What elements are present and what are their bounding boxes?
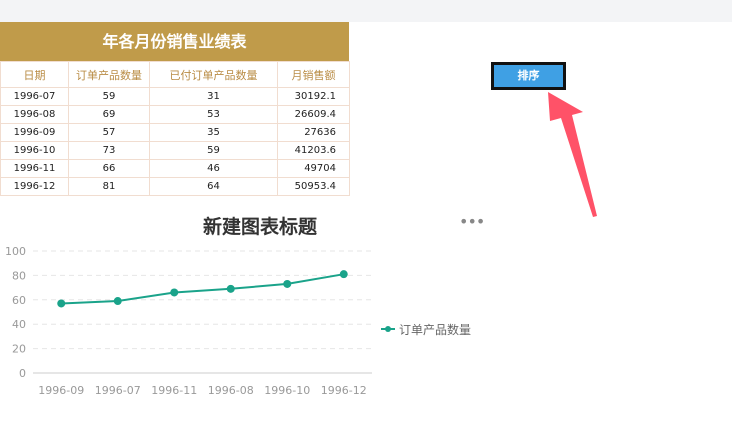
cell-date: 1996-12	[0, 177, 69, 196]
line-chart: 0 20 40 60 80 100 1996-09 1996-07 1996-11 1996-08…	[5, 245, 372, 397]
cell-date: 1996-07	[0, 87, 69, 106]
series-line	[61, 273, 344, 305]
y-tick-label: 0	[19, 367, 26, 380]
sort-button[interactable]: 排序	[491, 62, 566, 90]
table-row: 1996-09 57 35 27636	[0, 123, 350, 142]
cell-monthly-sales: 30192.1	[277, 87, 350, 106]
table-row: 1996-07 59 31 30192.1	[0, 87, 350, 106]
chart-title: 新建图表标题	[202, 216, 317, 238]
x-tick-label: 1996-12	[321, 384, 367, 397]
data-point	[57, 299, 66, 308]
cell-order-qty: 81	[68, 177, 150, 196]
x-tick-label: 1996-10	[264, 384, 310, 397]
red-arrow-icon	[548, 92, 597, 217]
cell-order-qty: 69	[68, 105, 150, 124]
y-tick-label: 100	[5, 245, 26, 258]
report-title: 年各月份销售业绩表	[0, 22, 349, 61]
more-horizontal-icon[interactable]: •••	[459, 214, 485, 230]
cell-paid-qty: 64	[149, 177, 278, 196]
data-point	[113, 297, 122, 306]
y-tick-label: 80	[12, 269, 26, 282]
cell-order-qty: 57	[68, 123, 150, 142]
page: 年各月份销售业绩表 日期 订单产品数量 已付订单产品数量 月销售额 1996-0…	[0, 0, 732, 442]
data-point	[339, 270, 348, 279]
legend-series-marker-icon	[381, 324, 395, 334]
cell-paid-qty: 35	[149, 123, 278, 142]
cell-monthly-sales: 27636	[277, 123, 350, 142]
data-point	[170, 288, 179, 297]
table-header-row: 日期 订单产品数量 已付订单产品数量 月销售额	[0, 61, 350, 88]
table-row: 1996-12 81 64 50953.4	[0, 177, 350, 196]
cell-date: 1996-10	[0, 141, 69, 160]
cell-paid-qty: 59	[149, 141, 278, 160]
chart-legend[interactable]: 订单产品数量	[381, 321, 471, 337]
cell-monthly-sales: 50953.4	[277, 177, 350, 196]
cell-date: 1996-08	[0, 105, 69, 124]
cell-monthly-sales: 26609.4	[277, 105, 350, 124]
cell-date: 1996-11	[0, 159, 69, 178]
y-tick-label: 40	[12, 318, 26, 331]
x-tick-label: 1996-07	[95, 384, 141, 397]
x-tick-label: 1996-08	[208, 384, 254, 397]
column-header-monthly-sales: 月销售额	[277, 61, 350, 88]
sales-report-table: 年各月份销售业绩表 日期 订单产品数量 已付订单产品数量 月销售额 1996-0…	[0, 22, 350, 196]
table-row: 1996-11 66 46 49704	[0, 159, 350, 178]
legend-series-label: 订单产品数量	[399, 322, 472, 337]
cell-order-qty: 73	[68, 141, 150, 160]
y-tick-label: 60	[12, 294, 26, 307]
table-row: 1996-08 69 53 26609.4	[0, 105, 350, 124]
cell-paid-qty: 31	[149, 87, 278, 106]
cell-monthly-sales: 49704	[277, 159, 350, 178]
column-header-order-qty: 订单产品数量	[68, 61, 150, 88]
cell-date: 1996-09	[0, 123, 69, 142]
cell-paid-qty: 53	[149, 105, 278, 124]
cell-order-qty: 59	[68, 87, 150, 106]
red-arrow-shape	[548, 92, 597, 217]
report-grid: 日期 订单产品数量 已付订单产品数量 月销售额 1996-07 59 31 30…	[0, 61, 350, 196]
x-tick-label: 1996-09	[38, 384, 84, 397]
data-point	[226, 284, 235, 293]
column-header-paid-qty: 已付订单产品数量	[149, 61, 278, 88]
cell-paid-qty: 46	[149, 159, 278, 178]
cell-monthly-sales: 41203.6	[277, 141, 350, 160]
table-row: 1996-10 73 59 41203.6	[0, 141, 350, 160]
top-bar	[0, 0, 732, 22]
column-header-date: 日期	[0, 61, 69, 88]
x-tick-label: 1996-11	[151, 384, 197, 397]
y-tick-label: 20	[12, 343, 26, 356]
data-point	[283, 279, 292, 288]
cell-order-qty: 66	[68, 159, 150, 178]
